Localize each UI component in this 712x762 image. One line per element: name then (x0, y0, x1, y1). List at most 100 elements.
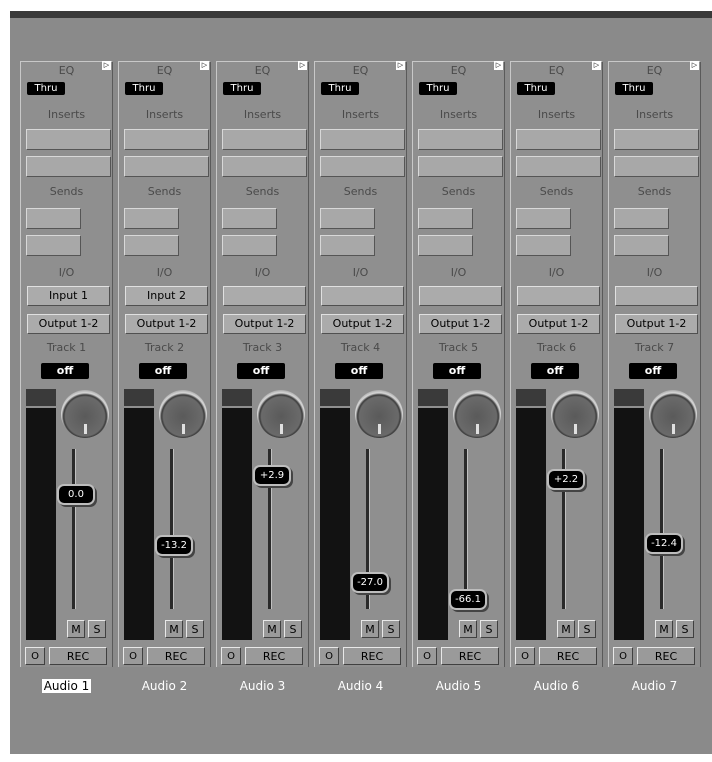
monitor-button[interactable]: O (123, 647, 143, 665)
insert-slot-2[interactable] (124, 156, 209, 177)
monitor-button[interactable]: O (613, 647, 633, 665)
expand-triangle-icon[interactable]: ▷ (592, 61, 601, 70)
insert-slot-1[interactable] (516, 129, 601, 150)
input-selector[interactable]: Input 1 (27, 286, 110, 306)
expand-triangle-icon[interactable]: ▷ (494, 61, 503, 70)
volume-fader[interactable] (660, 449, 664, 609)
record-button[interactable]: REC (245, 647, 303, 665)
fader-value[interactable]: -27.0 (353, 573, 387, 591)
eq-thru-button[interactable]: Thru (125, 82, 163, 95)
track-name-label[interactable]: Audio 4 (314, 679, 407, 693)
pan-knob-icon[interactable] (159, 390, 207, 438)
mute-button[interactable]: M (557, 620, 575, 638)
record-button[interactable]: REC (49, 647, 107, 665)
automation-mode-button[interactable]: off (335, 363, 383, 379)
eq-thru-button[interactable]: Thru (27, 82, 65, 95)
track-name-label[interactable]: Audio 5 (412, 679, 505, 693)
pan-knob-icon[interactable] (453, 390, 501, 438)
monitor-button[interactable]: O (417, 647, 437, 665)
send-slot-2[interactable] (418, 235, 473, 256)
monitor-button[interactable]: O (221, 647, 241, 665)
volume-fader[interactable] (464, 449, 468, 609)
output-selector[interactable]: Output 1-2 (419, 314, 502, 334)
expand-triangle-icon[interactable]: ▷ (690, 61, 699, 70)
monitor-button[interactable]: O (319, 647, 339, 665)
mute-button[interactable]: M (263, 620, 281, 638)
volume-fader[interactable] (72, 449, 76, 609)
mute-button[interactable]: M (655, 620, 673, 638)
send-slot-2[interactable] (124, 235, 179, 256)
output-selector[interactable]: Output 1-2 (321, 314, 404, 334)
send-slot-2[interactable] (26, 235, 81, 256)
automation-mode-button[interactable]: off (433, 363, 481, 379)
insert-slot-1[interactable] (320, 129, 405, 150)
pan-knob-icon[interactable] (649, 390, 697, 438)
solo-button[interactable]: S (578, 620, 596, 638)
send-slot-2[interactable] (614, 235, 669, 256)
solo-button[interactable]: S (480, 620, 498, 638)
insert-slot-2[interactable] (516, 156, 601, 177)
pan-knob-icon[interactable] (551, 390, 599, 438)
input-selector[interactable] (419, 286, 502, 306)
monitor-button[interactable]: O (515, 647, 535, 665)
input-selector[interactable]: Input 2 (125, 286, 208, 306)
send-slot-1[interactable] (320, 208, 375, 229)
insert-slot-1[interactable] (26, 129, 111, 150)
send-slot-2[interactable] (320, 235, 375, 256)
track-name-label[interactable]: Audio 2 (118, 679, 211, 693)
output-selector[interactable]: Output 1-2 (125, 314, 208, 334)
automation-mode-button[interactable]: off (629, 363, 677, 379)
fader-value[interactable]: +2.2 (549, 471, 583, 489)
pan-knob-icon[interactable] (61, 390, 109, 438)
eq-thru-button[interactable]: Thru (419, 82, 457, 95)
automation-mode-button[interactable]: off (531, 363, 579, 379)
eq-thru-button[interactable]: Thru (223, 82, 261, 95)
output-selector[interactable]: Output 1-2 (27, 314, 110, 334)
insert-slot-1[interactable] (124, 129, 209, 150)
fader-value[interactable]: -66.1 (451, 591, 485, 609)
automation-mode-button[interactable]: off (237, 363, 285, 379)
fader-value[interactable]: -13.2 (157, 537, 191, 554)
fader-value[interactable]: -12.4 (647, 535, 681, 553)
track-name-label[interactable]: Audio 1 (20, 679, 113, 693)
solo-button[interactable]: S (88, 620, 106, 638)
input-selector[interactable] (615, 286, 698, 306)
expand-triangle-icon[interactable]: ▷ (102, 61, 111, 70)
monitor-button[interactable]: O (25, 647, 45, 665)
insert-slot-1[interactable] (614, 129, 699, 150)
insert-slot-2[interactable] (222, 156, 307, 177)
send-slot-1[interactable] (516, 208, 571, 229)
insert-slot-2[interactable] (26, 156, 111, 177)
mute-button[interactable]: M (165, 620, 183, 638)
send-slot-2[interactable] (516, 235, 571, 256)
solo-button[interactable]: S (382, 620, 400, 638)
pan-knob-icon[interactable] (257, 390, 305, 438)
insert-slot-2[interactable] (320, 156, 405, 177)
output-selector[interactable]: Output 1-2 (517, 314, 600, 334)
automation-mode-button[interactable]: off (139, 363, 187, 379)
solo-button[interactable]: S (284, 620, 302, 638)
send-slot-1[interactable] (222, 208, 277, 229)
send-slot-2[interactable] (222, 235, 277, 256)
track-name-label[interactable]: Audio 3 (216, 679, 309, 693)
pan-knob-icon[interactable] (355, 390, 403, 438)
insert-slot-2[interactable] (418, 156, 503, 177)
mute-button[interactable]: M (67, 620, 85, 638)
volume-fader[interactable] (170, 449, 174, 609)
fader-value[interactable]: +2.9 (255, 466, 289, 484)
input-selector[interactable] (517, 286, 600, 306)
expand-triangle-icon[interactable]: ▷ (298, 61, 307, 70)
record-button[interactable]: REC (441, 647, 499, 665)
solo-button[interactable]: S (676, 620, 694, 638)
send-slot-1[interactable] (614, 208, 669, 229)
track-name-label[interactable]: Audio 6 (510, 679, 603, 693)
mute-button[interactable]: M (459, 620, 477, 638)
send-slot-1[interactable] (26, 208, 81, 229)
insert-slot-1[interactable] (222, 129, 307, 150)
eq-thru-button[interactable]: Thru (615, 82, 653, 95)
expand-triangle-icon[interactable]: ▷ (396, 61, 405, 70)
output-selector[interactable]: Output 1-2 (223, 314, 306, 334)
record-button[interactable]: REC (637, 647, 695, 665)
record-button[interactable]: REC (343, 647, 401, 665)
automation-mode-button[interactable]: off (41, 363, 89, 379)
